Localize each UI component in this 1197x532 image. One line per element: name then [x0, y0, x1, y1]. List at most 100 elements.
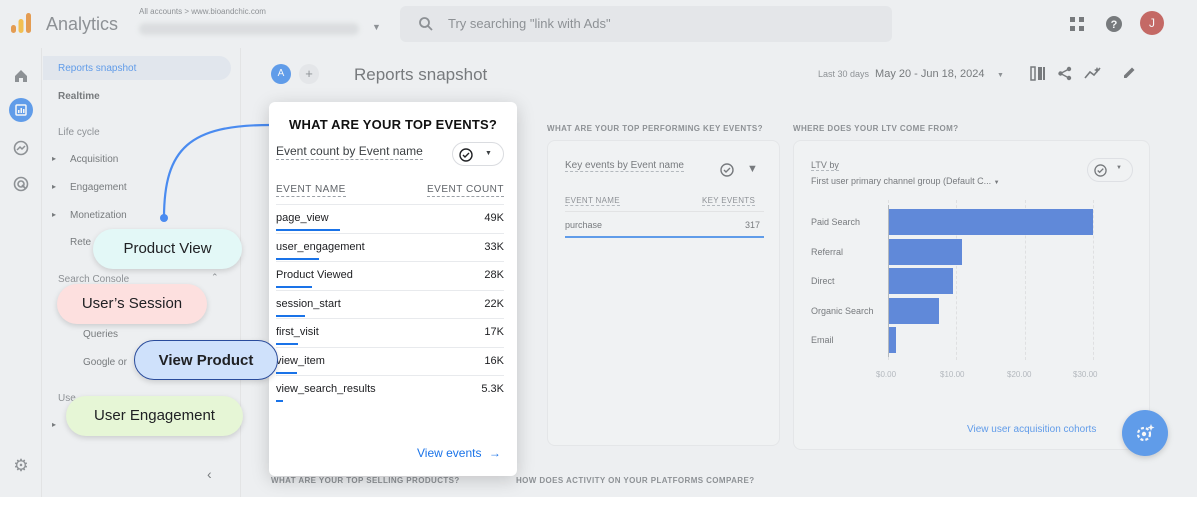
event-name: page_view	[276, 212, 329, 224]
section-label-ltv: WHERE DOES YOUR LTV COME FROM?	[793, 124, 959, 133]
comparison-chip-a[interactable]: A	[271, 64, 291, 84]
event-count-bar	[276, 371, 297, 374]
status-check-icon	[1094, 164, 1107, 177]
top-events-status-dropdown[interactable]: ▼	[452, 142, 504, 166]
status-check-icon[interactable]	[720, 163, 734, 177]
event-count: 17K	[484, 326, 504, 338]
date-range-selector[interactable]: Last 30 days May 20 - Jun 18, 2024 ▼	[818, 68, 1004, 80]
pill-product-view: Product View	[93, 229, 242, 269]
chart-bar[interactable]	[888, 238, 962, 265]
view-events-link[interactable]: View events →	[417, 446, 501, 460]
event-count: 22K	[484, 297, 504, 310]
nav-item-retention[interactable]: Rete	[70, 237, 91, 248]
insights-icon[interactable]	[1084, 66, 1102, 81]
top-events-row[interactable]: page_view 49K	[276, 204, 504, 232]
expand-arrow-icon[interactable]: ▸	[52, 420, 56, 429]
chart-category-label: Organic Search	[811, 305, 874, 316]
nav-item-queries[interactable]: Queries	[83, 329, 118, 340]
top-events-row[interactable]: Product Viewed 28K	[276, 261, 504, 289]
search-bar[interactable]: Try searching "link with Ads"	[400, 6, 892, 42]
advertising-icon[interactable]	[11, 174, 31, 194]
explore-icon[interactable]	[11, 138, 31, 158]
reports-icon[interactable]	[9, 98, 33, 122]
add-comparison-button[interactable]: +	[299, 64, 319, 84]
view-events-label: View events	[417, 446, 482, 460]
search-icon	[419, 17, 433, 31]
key-events-col-value: KEY EVENTS	[702, 196, 756, 206]
top-events-row[interactable]: first_visit 17K	[276, 318, 504, 346]
nav-item-monetization[interactable]: Monetization	[70, 210, 127, 221]
chart-bar[interactable]	[888, 297, 939, 324]
chart-gridline	[1093, 200, 1094, 360]
caret-down-icon[interactable]: ▼	[372, 22, 381, 32]
event-count-bar	[276, 314, 305, 317]
event-name: user_engagement	[276, 240, 365, 253]
view-user-acquisition-cohorts-link[interactable]: View user acquisition cohorts	[967, 424, 1096, 435]
top-events-col-count: EVENT COUNT	[427, 184, 504, 197]
date-range-label: Last 30 days	[818, 69, 870, 79]
property-selector[interactable]	[139, 23, 359, 35]
chart-category-label: Email	[811, 335, 834, 345]
expand-arrow-icon[interactable]: ▸	[52, 154, 56, 163]
top-bar: Analytics All accounts > www.bioandchic.…	[0, 0, 1197, 48]
expand-arrow-icon[interactable]: ▸	[52, 210, 56, 219]
home-icon[interactable]	[11, 66, 31, 86]
nav-item-google-organic[interactable]: Google or	[83, 357, 127, 368]
event-count-bar	[276, 286, 312, 288]
account-breadcrumb[interactable]: All accounts > www.bioandchic.com	[139, 7, 266, 16]
settings-sparkle-icon	[1136, 424, 1155, 442]
connector-curve	[160, 123, 271, 222]
chart-x-tick-label: $10.00	[940, 370, 965, 379]
left-rail: ⚙	[0, 48, 42, 497]
nav-item-realtime[interactable]: Realtime	[58, 91, 100, 102]
status-check-icon	[459, 148, 473, 162]
analytics-logo-icon	[11, 13, 31, 33]
arrow-right-icon: →	[488, 446, 501, 460]
chart-bar[interactable]	[888, 268, 953, 294]
chart-bar[interactable]	[888, 209, 1093, 235]
ltv-title-line2[interactable]: First user primary channel group (Defaul…	[811, 176, 1000, 186]
filter-icon[interactable]: ▼	[747, 163, 758, 175]
apps-grid-icon[interactable]	[1069, 16, 1085, 32]
ltv-status-dropdown[interactable]: ▼	[1087, 158, 1133, 182]
event-count: 16K	[484, 354, 504, 367]
pill-user-engagement: User Engagement	[66, 396, 243, 436]
event-count-bar	[276, 400, 283, 402]
date-range-value: May 20 - Jun 18, 2024	[875, 68, 985, 80]
nav-item-reports-snapshot[interactable]: Reports snapshot	[58, 63, 136, 74]
collapse-nav-chevron-icon[interactable]: ‹	[207, 466, 212, 482]
chart-category-label: Paid Search	[811, 217, 861, 227]
event-name: view_item	[276, 354, 325, 367]
key-events-card	[547, 140, 780, 446]
edit-pencil-icon[interactable]	[1121, 65, 1137, 81]
section-label-top-selling: WHAT ARE YOUR TOP SELLING PRODUCTS?	[271, 476, 460, 485]
chart-category-label: Direct	[811, 276, 835, 286]
collapse-chevron-icon[interactable]: ⌃	[211, 272, 219, 283]
compare-columns-icon[interactable]	[1030, 66, 1046, 81]
top-events-row[interactable]: user_engagement 33K	[276, 232, 504, 261]
caret-down-icon: ▼	[1116, 165, 1122, 171]
expand-arrow-icon[interactable]: ▸	[52, 182, 56, 191]
pill-users-session: User’s Session	[57, 284, 207, 324]
nav-item-engagement[interactable]: Engagement	[70, 182, 127, 193]
caret-down-icon: ▼	[485, 150, 492, 157]
nav-section-lifecycle[interactable]: Life cycle	[58, 127, 100, 138]
section-label-platforms: HOW DOES ACTIVITY ON YOUR PLATFORMS COMP…	[516, 476, 755, 485]
ltv-title-line1[interactable]: LTV by	[811, 160, 839, 171]
top-events-subtitle[interactable]: Event count by Event name	[276, 144, 423, 160]
key-event-row-value: 317	[745, 220, 761, 230]
nav-item-acquisition[interactable]: Acquisition	[70, 154, 118, 165]
top-events-row[interactable]: view_search_results 5.3K	[276, 375, 504, 403]
help-icon[interactable]: ?	[1105, 15, 1123, 33]
settings-gear-icon[interactable]: ⚙	[11, 456, 31, 476]
key-events-card-title[interactable]: Key events by Event name	[565, 160, 684, 172]
event-count-bar	[276, 229, 340, 231]
top-events-row[interactable]: view_item 16K	[276, 346, 504, 375]
chart-bar[interactable]	[888, 327, 897, 353]
user-avatar[interactable]: J	[1140, 11, 1164, 35]
top-events-row[interactable]: session_start 22K	[276, 289, 504, 318]
event-name: view_search_results	[276, 383, 376, 395]
chart-x-tick-label: $0.00	[876, 370, 897, 379]
share-icon[interactable]	[1057, 66, 1073, 81]
insights-fab-button[interactable]	[1122, 410, 1168, 456]
